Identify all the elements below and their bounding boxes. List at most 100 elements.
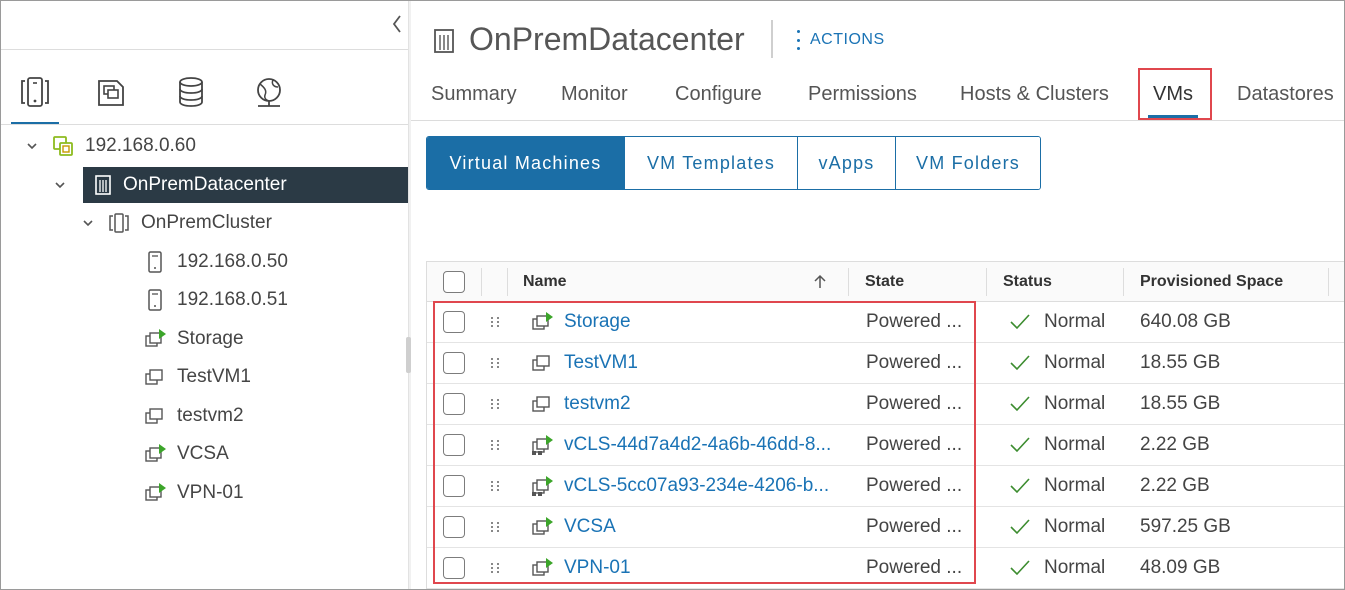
vm-state: Powered ... (866, 393, 963, 414)
table-row[interactable]: VCSA Powered ... Normal 597.25 GB (427, 507, 1344, 548)
tab-monitor[interactable]: Monitor (561, 83, 628, 106)
storage-icon (179, 77, 203, 107)
table-row[interactable]: vCLS-5cc07a93-234e-4206-b... Powered ... N… (427, 466, 1344, 507)
tree-node-vcenter[interactable]: 192.168.0.60 (25, 128, 405, 164)
vm-status: Normal (1044, 557, 1106, 578)
drag-handle-icon[interactable] (491, 507, 500, 547)
check-icon (1009, 302, 1031, 342)
tree-node-vm[interactable]: VPN-01 (143, 475, 403, 511)
tree-node-label: 192.168.0.51 (177, 289, 288, 310)
row-checkbox[interactable] (443, 302, 465, 342)
vm-state: Powered ... (866, 475, 963, 496)
divider (1, 49, 410, 50)
column-divider (1123, 268, 1124, 296)
column-header-state[interactable]: State (865, 262, 904, 302)
tab-storage[interactable] (165, 71, 217, 125)
tree-node-vm[interactable]: Storage (143, 321, 403, 357)
tab-permissions[interactable]: Permissions (808, 83, 917, 106)
drag-handle-icon[interactable] (491, 343, 500, 383)
vm-state: Powered ... (866, 434, 963, 455)
divider (771, 20, 773, 58)
actions-label: ACTIONS (810, 31, 885, 48)
subtab-vapps[interactable]: vApps (797, 137, 895, 189)
actions-button[interactable]: ACTIONS (797, 29, 885, 51)
collapse-panel-icon[interactable] (389, 11, 405, 37)
vm-provisioned-space: 18.55 GB (1140, 352, 1221, 373)
vm-name-link[interactable]: VCSA (564, 507, 842, 547)
column-header-name[interactable]: Name (523, 262, 567, 302)
chevron-down-icon[interactable] (53, 167, 79, 203)
vm-status: Normal (1044, 393, 1106, 414)
vm-name-link[interactable]: vCLS-5cc07a93-234e-4206-b... (564, 466, 842, 506)
tree-node-label: 192.168.0.60 (85, 135, 196, 156)
vm-name-link[interactable]: vCLS-44d7a4d2-4a6b-46dd-8... (564, 425, 842, 465)
row-checkbox[interactable] (443, 507, 465, 547)
vm-table: Name State Status Provisioned Space Stor… (426, 261, 1344, 589)
row-checkbox[interactable] (443, 466, 465, 506)
table-row[interactable]: testvm2 Powered ... Normal 18.55 GB (427, 384, 1344, 425)
drag-handle-icon[interactable] (491, 302, 500, 342)
vm-name-link[interactable]: testvm2 (564, 384, 842, 424)
drag-handle-icon[interactable] (491, 466, 500, 506)
tab-datastores[interactable]: Datastores (1237, 83, 1334, 106)
tree-node-cluster[interactable]: OnPremCluster (81, 205, 401, 241)
vm-name-link[interactable]: TestVM1 (564, 343, 842, 383)
column-header-status[interactable]: Status (1003, 262, 1052, 302)
divider (1, 124, 410, 125)
drag-handle-icon[interactable] (491, 384, 500, 424)
host-icon (143, 288, 167, 312)
page-title: OnPremDatacenter (469, 21, 745, 57)
more-vertical-icon (797, 30, 800, 50)
table-row[interactable]: vCLS-44d7a4d2-4a6b-46dd-8... Powered ... N… (427, 425, 1344, 466)
tab-hosts-and-clusters[interactable] (9, 71, 61, 125)
vm-powered-on-icon (530, 302, 554, 342)
column-divider (1328, 268, 1329, 296)
tab-summary[interactable]: Summary (431, 83, 517, 106)
chevron-down-icon[interactable] (81, 216, 95, 230)
table-row[interactable]: Storage Powered ... Normal 640.08 GB (427, 302, 1344, 343)
datacenter-icon (91, 173, 115, 197)
chevron-down-icon[interactable] (25, 139, 39, 153)
select-all-checkbox[interactable] (443, 262, 465, 302)
tree-node-host[interactable]: 192.168.0.50 (143, 244, 403, 280)
subtab-virtual-machines[interactable]: Virtual Machines (427, 137, 624, 189)
cluster-icon (107, 211, 131, 235)
networking-icon (257, 78, 281, 107)
table-row[interactable]: VPN-01 Powered ... Normal 48.09 GB (427, 548, 1344, 589)
tree-node-vm[interactable]: TestVM1 (143, 359, 403, 395)
tree-node-datacenter[interactable]: OnPremDatacenter (83, 167, 408, 203)
vm-provisioned-space: 2.22 GB (1140, 475, 1210, 496)
tree-node-vm[interactable]: testvm2 (143, 398, 403, 434)
vm-name-link[interactable]: VPN-01 (564, 548, 842, 588)
table-row[interactable]: TestVM1 Powered ... Normal 18.55 GB (427, 343, 1344, 384)
row-checkbox[interactable] (443, 343, 465, 383)
subtab-vm-folders[interactable]: VM Folders (895, 137, 1040, 189)
tab-configure[interactable]: Configure (675, 83, 762, 106)
tree-node-label: Storage (177, 328, 244, 349)
vm-name-link[interactable]: Storage (564, 302, 842, 342)
row-checkbox[interactable] (443, 425, 465, 465)
drag-handle-icon[interactable] (491, 425, 500, 465)
row-checkbox[interactable] (443, 384, 465, 424)
sort-ascending-icon[interactable] (813, 262, 827, 302)
tab-vms-and-templates[interactable] (85, 71, 137, 125)
vm-status: Normal (1044, 434, 1106, 455)
vcls-vm-icon (530, 425, 554, 465)
tree-node-label: TestVM1 (177, 366, 251, 387)
vm-icon (530, 343, 554, 383)
column-divider (507, 268, 508, 296)
vm-status: Normal (1044, 352, 1106, 373)
vm-provisioned-space: 18.55 GB (1140, 393, 1221, 414)
column-header-provisioned-space[interactable]: Provisioned Space (1140, 262, 1283, 302)
tab-hosts-and-clusters[interactable]: Hosts & Clusters (960, 83, 1109, 106)
row-checkbox[interactable] (443, 548, 465, 588)
subtab-vm-templates[interactable]: VM Templates (624, 137, 797, 189)
check-icon (1009, 466, 1031, 506)
tree-node-vm[interactable]: VCSA (143, 436, 403, 472)
vm-status: Normal (1044, 311, 1106, 332)
tree-node-host[interactable]: 192.168.0.51 (143, 282, 403, 318)
vm-powered-on-icon (143, 327, 167, 351)
tab-vms[interactable]: VMs (1153, 83, 1193, 106)
drag-handle-icon[interactable] (491, 548, 500, 588)
tab-networking[interactable] (243, 71, 295, 125)
